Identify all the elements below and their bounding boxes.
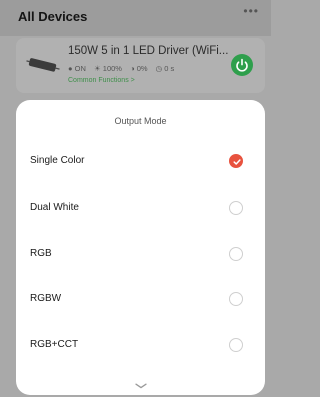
app-header: All Devices ••• xyxy=(0,0,271,36)
option-rgbw[interactable]: RGBW xyxy=(16,285,265,315)
option-label: RGB xyxy=(30,248,52,259)
timer-status: ◷ 0 s xyxy=(155,64,175,73)
common-functions-link[interactable]: Common Functions > xyxy=(68,77,135,84)
option-dual-white[interactable]: Dual White xyxy=(16,194,265,224)
chevron-down-icon[interactable] xyxy=(135,383,147,389)
radio-icon[interactable] xyxy=(229,292,243,306)
led-driver-icon xyxy=(26,58,60,72)
device-card[interactable]: 150W 5 in 1 LED Driver (WiFi... ● ON ☀ 1… xyxy=(16,38,265,93)
option-label: RGB+CCT xyxy=(30,339,79,350)
power-icon xyxy=(236,58,248,72)
page-title: All Devices xyxy=(18,9,88,24)
option-single-color[interactable]: Single Color xyxy=(16,147,265,177)
option-label: Single Color xyxy=(30,155,85,166)
power-status: ● ON xyxy=(68,64,86,73)
option-rgb[interactable]: RGB xyxy=(16,240,265,270)
more-icon[interactable]: ••• xyxy=(243,4,259,18)
checkmark-icon xyxy=(233,159,241,165)
power-button[interactable] xyxy=(231,54,253,76)
brightness-status: ☀ 100% xyxy=(93,64,122,73)
device-status: ● ON ☀ 100% ◑ 0% ◷ 0 s xyxy=(68,64,180,73)
sheet-title: Output Mode xyxy=(114,116,167,126)
device-name: 150W 5 in 1 LED Driver (WiFi... xyxy=(68,45,229,57)
option-label: RGBW xyxy=(30,293,62,304)
checked-radio-icon[interactable] xyxy=(229,154,243,168)
output-mode-sheet: Output Mode Single Color Dual White RGB … xyxy=(16,100,265,395)
option-rgb-cct[interactable]: RGB+CCT xyxy=(16,331,265,361)
radio-icon[interactable] xyxy=(229,247,243,261)
radio-icon[interactable] xyxy=(229,201,243,215)
option-label: Dual White xyxy=(30,202,79,213)
cct-status: ◑ 0% xyxy=(130,64,148,73)
radio-icon[interactable] xyxy=(229,338,243,352)
